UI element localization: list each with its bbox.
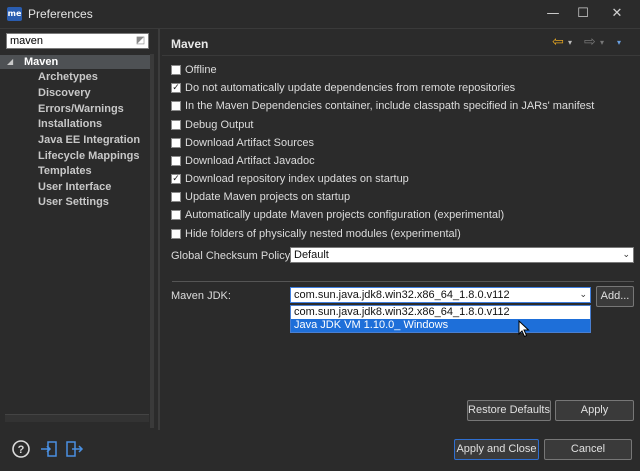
checkbox-label: Debug Output — [185, 119, 254, 131]
tree-item-lifecycle-mappings[interactable]: Lifecycle Mappings — [38, 149, 139, 164]
panel-splitter[interactable] — [158, 29, 160, 430]
checkbox[interactable] — [171, 192, 181, 202]
maven-jdk-label: Maven JDK: — [171, 290, 231, 302]
checkbox-label: Download Artifact Sources — [185, 137, 315, 149]
chevron-down-icon[interactable]: ⌄ — [622, 248, 630, 262]
checkbox[interactable] — [171, 156, 181, 166]
filter-input-value: maven — [10, 35, 44, 47]
checkbox-label: Offline — [185, 64, 217, 76]
mouse-pointer-icon — [518, 320, 530, 338]
tree-item-java-ee-integration[interactable]: Java EE Integration — [38, 133, 140, 148]
divider — [172, 281, 634, 282]
close-window-button[interactable]: ✕ — [600, 0, 634, 28]
help-icon[interactable]: ? — [12, 440, 30, 458]
apply-and-close-button[interactable]: Apply and Close — [454, 439, 539, 460]
add-jdk-button[interactable]: Add... — [596, 286, 634, 307]
filter-input[interactable]: maven ◩ — [6, 33, 149, 49]
title-bar: me Preferences — ☐ ✕ — [0, 0, 640, 29]
checkbox-label: Update Maven projects on startup — [185, 191, 351, 203]
checkbox[interactable] — [171, 101, 181, 111]
forward-history-dropdown-icon[interactable]: ▾ — [600, 38, 604, 47]
back-history-dropdown-icon[interactable]: ▾ — [568, 38, 572, 47]
export-icon[interactable] — [66, 440, 84, 458]
checksum-policy-label: Global Checksum Policy: — [171, 250, 294, 262]
view-menu-icon[interactable]: ▾ — [617, 38, 621, 47]
tree-item-discovery[interactable]: Discovery — [38, 86, 91, 101]
checkbox-label: Automatically update Maven projects conf… — [185, 209, 505, 221]
maven-jdk-dropdown-list: com.sun.java.jdk8.win32.x86_64_1.8.0.v11… — [290, 305, 591, 333]
checkbox-label: Download repository index updates on sta… — [185, 173, 409, 185]
tree-item-label: Maven — [24, 56, 59, 68]
tree-item-user-interface[interactable]: User Interface — [38, 180, 111, 195]
checkbox[interactable] — [171, 120, 181, 130]
tree-item-archetypes[interactable]: Archetypes — [38, 70, 98, 85]
checkbox[interactable] — [171, 65, 181, 75]
tree-item-errors-warnings[interactable]: Errors/Warnings — [38, 102, 124, 117]
expand-arrow-icon[interactable]: ◢ — [7, 55, 13, 69]
dropdown-option-selected[interactable]: Java JDK VM 1.10.0_ Windows — [291, 319, 590, 332]
tree-item-user-settings[interactable]: User Settings — [38, 195, 109, 210]
tree-horizontal-scrollbar[interactable] — [5, 414, 149, 422]
clear-icon[interactable]: ◩ — [135, 35, 146, 47]
checkbox-label: Download Artifact Javadoc — [185, 155, 315, 167]
checkbox-label: Do not automatically update dependencies… — [185, 82, 516, 94]
maximize-button[interactable]: ☐ — [566, 0, 600, 28]
cancel-button[interactable]: Cancel — [544, 439, 632, 460]
checkbox[interactable] — [171, 210, 181, 220]
import-icon[interactable] — [40, 440, 58, 458]
checkbox-label: Hide folders of physically nested module… — [185, 228, 461, 240]
chevron-down-icon[interactable]: ⌄ — [579, 288, 587, 302]
checkbox[interactable] — [171, 138, 181, 148]
svg-text:?: ? — [18, 444, 25, 456]
checkbox[interactable]: ✓ — [171, 83, 181, 93]
preferences-tree: ◢ Maven Archetypes Discovery Errors/Warn… — [0, 54, 154, 428]
maven-jdk-value: com.sun.java.jdk8.win32.x86_64_1.8.0.v11… — [294, 289, 510, 301]
panel-header: Maven ⇦ ▾ ⇨ ▾ ▾ — [162, 30, 640, 56]
checkbox-label: In the Maven Dependencies container, inc… — [185, 100, 595, 112]
tree-item-maven[interactable]: ◢ Maven — [0, 55, 150, 69]
restore-defaults-button[interactable]: Restore Defaults — [467, 400, 551, 421]
checkbox[interactable] — [171, 229, 181, 239]
apply-button[interactable]: Apply — [555, 400, 634, 421]
checkbox[interactable]: ✓ — [171, 174, 181, 184]
tree-item-templates[interactable]: Templates — [38, 164, 92, 179]
page-title: Maven — [171, 37, 209, 51]
dropdown-option[interactable]: com.sun.java.jdk8.win32.x86_64_1.8.0.v11… — [291, 306, 590, 319]
checksum-policy-select[interactable]: Default ⌄ — [290, 247, 634, 263]
forward-arrow-icon[interactable]: ⇨ — [584, 34, 596, 50]
checksum-policy-value: Default — [294, 249, 329, 261]
window-title: Preferences — [28, 7, 93, 21]
maven-jdk-select[interactable]: com.sun.java.jdk8.win32.x86_64_1.8.0.v11… — [290, 287, 591, 303]
minimize-button[interactable]: — — [536, 0, 570, 28]
tree-item-installations[interactable]: Installations — [38, 117, 102, 132]
eclipse-app-icon: me — [7, 7, 22, 21]
tree-vertical-scrollbar[interactable] — [150, 54, 154, 428]
back-arrow-icon[interactable]: ⇦ — [552, 34, 564, 50]
